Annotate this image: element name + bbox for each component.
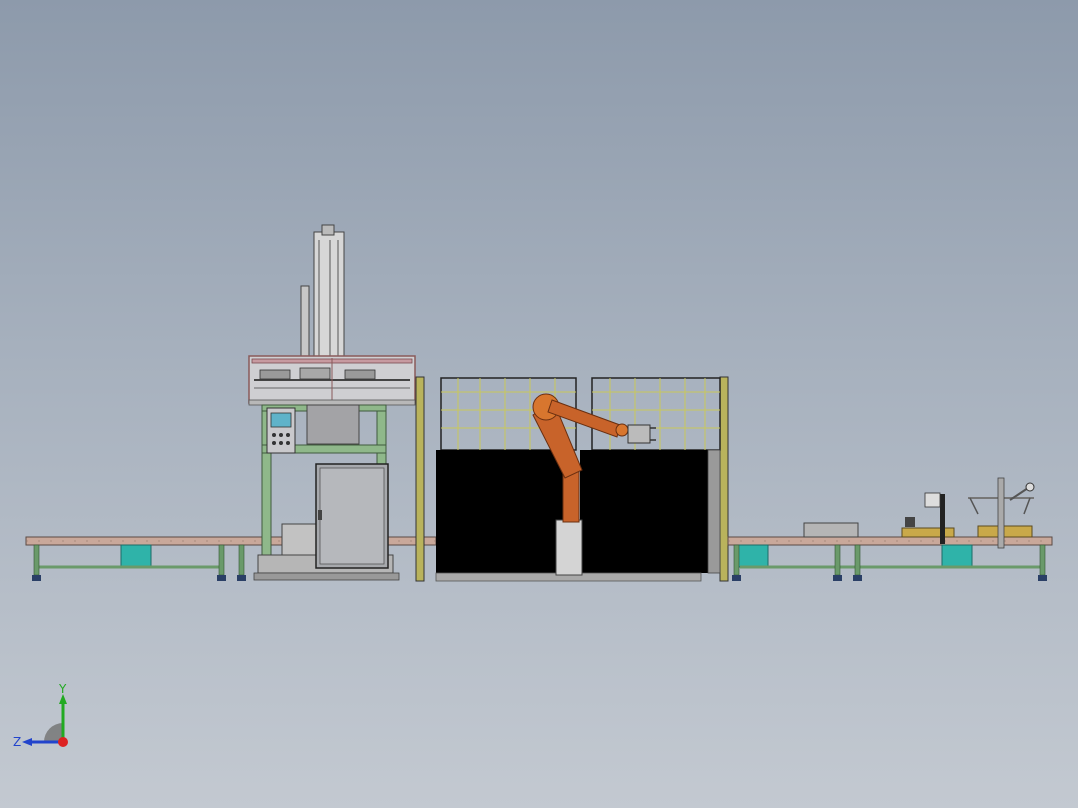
y-axis-label: Y bbox=[58, 684, 67, 696]
control-panel[interactable] bbox=[266, 407, 296, 454]
end-station-fixtures[interactable] bbox=[803, 477, 1035, 549]
cad-viewport[interactable]: Y Z bbox=[0, 0, 1078, 808]
assembly-model[interactable] bbox=[0, 0, 1078, 808]
coordinate-triad: Y Z bbox=[13, 684, 68, 749]
z-axis-label: Z bbox=[13, 735, 21, 749]
electrical-cabinet[interactable] bbox=[315, 463, 389, 569]
origin-icon bbox=[58, 737, 68, 747]
